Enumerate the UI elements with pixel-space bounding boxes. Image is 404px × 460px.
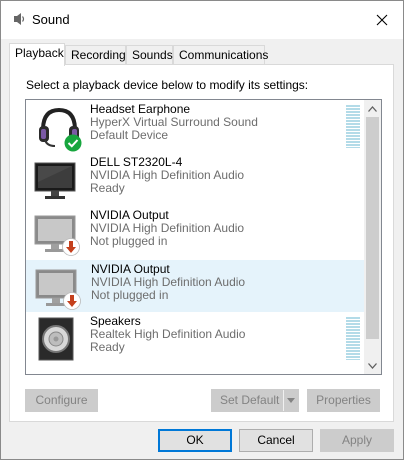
window-title: Sound — [32, 12, 70, 27]
speaker-app-icon — [14, 13, 25, 25]
default-check-badge-icon — [64, 134, 82, 152]
title-bar: Sound — [1, 1, 403, 39]
device-text: NVIDIA Output NVIDIA High Definition Aud… — [91, 263, 245, 302]
device-status: Default Device — [90, 128, 169, 142]
set-default-dropdown[interactable] — [283, 390, 298, 411]
device-status: Ready — [90, 340, 125, 354]
device-item-speakers[interactable]: Speakers Realtek High Definition Audio R… — [26, 313, 364, 365]
monitor-icon — [34, 162, 76, 199]
tab-communications[interactable]: Communications — [173, 45, 268, 65]
device-item-headset-earphone[interactable]: Headset Earphone HyperX Virtual Surround… — [26, 101, 364, 153]
device-text: NVIDIA Output NVIDIA High Definition Aud… — [90, 209, 244, 248]
device-text: Headset Earphone HyperX Virtual Surround… — [90, 103, 258, 142]
properties-button[interactable]: Properties — [307, 389, 380, 412]
scroll-up-button[interactable] — [364, 100, 381, 117]
tab-playback[interactable]: Playback — [9, 43, 65, 66]
device-item-nvidia-output-1[interactable]: NVIDIA Output NVIDIA High Definition Aud… — [26, 207, 364, 259]
tab-sounds[interactable]: Sounds — [126, 45, 173, 65]
device-status: Not plugged in — [90, 234, 168, 248]
cancel-button[interactable]: Cancel — [239, 429, 313, 452]
device-status: Not plugged in — [91, 288, 169, 302]
chevron-down-icon — [287, 398, 295, 403]
scrollbar-thumb[interactable] — [366, 117, 379, 339]
unplugged-arrow-badge-icon — [63, 292, 81, 310]
close-icon — [376, 14, 388, 26]
unplugged-arrow-badge-icon — [62, 238, 80, 256]
device-status: Ready — [90, 181, 125, 195]
volume-meter — [346, 317, 360, 360]
speaker-icon — [38, 317, 74, 361]
scroll-down-button[interactable] — [364, 357, 381, 374]
playback-panel: Select a playback device below to modify… — [9, 64, 394, 422]
set-default-split-button[interactable]: Set Default — [211, 389, 299, 412]
chevron-down-icon — [368, 362, 377, 369]
ok-button[interactable]: OK — [158, 429, 232, 452]
device-text: DELL ST2320L-4 NVIDIA High Definition Au… — [90, 156, 244, 195]
vertical-scrollbar[interactable] — [364, 100, 381, 374]
instruction-text: Select a playback device below to modify… — [26, 78, 309, 92]
device-item-nvidia-output-2[interactable]: NVIDIA Output NVIDIA High Definition Aud… — [26, 260, 364, 312]
tab-recording[interactable]: Recording — [65, 45, 126, 65]
chevron-up-icon — [368, 105, 377, 112]
device-text: Speakers Realtek High Definition Audio R… — [90, 315, 245, 354]
close-button[interactable] — [367, 5, 397, 35]
configure-button[interactable]: Configure — [25, 389, 98, 412]
apply-button[interactable]: Apply — [320, 429, 394, 452]
device-item-dell-monitor[interactable]: DELL ST2320L-4 NVIDIA High Definition Au… — [26, 154, 364, 206]
device-list[interactable]: Headset Earphone HyperX Virtual Surround… — [25, 99, 382, 375]
sound-dialog: Sound Playback Recording Sounds Communic… — [0, 0, 404, 460]
volume-meter — [346, 105, 360, 148]
set-default-label: Set Default — [220, 393, 280, 407]
